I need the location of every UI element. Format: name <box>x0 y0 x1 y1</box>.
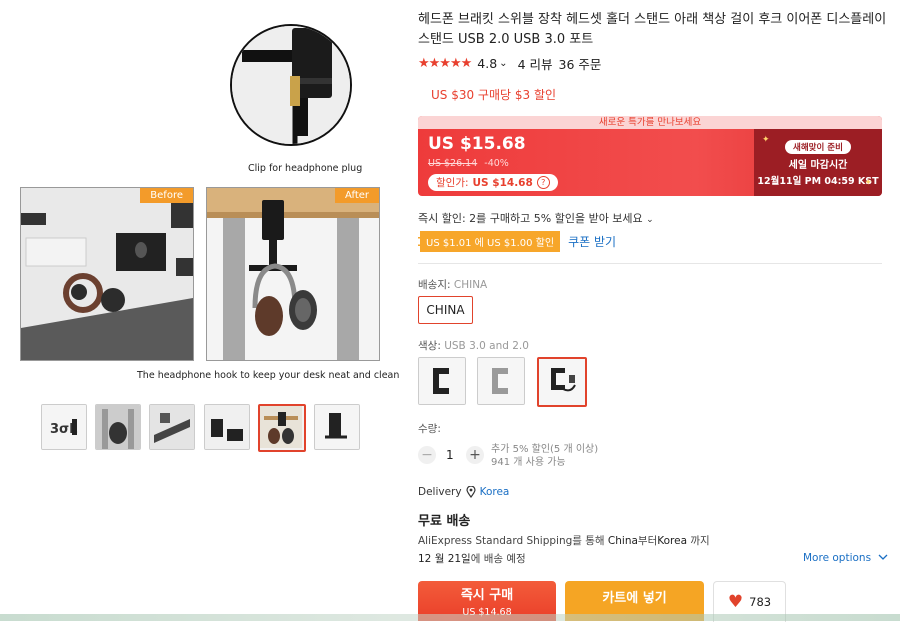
delivery-row: Delivery Korea <box>418 486 509 498</box>
before-photo: Before <box>20 187 194 361</box>
shipping-via: 를 통해 <box>572 535 608 547</box>
store-coupon-tag: US $1.01 에 US $1.00 할인 <box>418 231 561 252</box>
gallery-thumbnail-6[interactable] <box>314 404 360 450</box>
rating-value[interactable]: 4.8 <box>477 56 497 71</box>
divider <box>418 263 882 264</box>
wishlist-count: 783 <box>749 595 772 609</box>
shipping-method: AliExpress Standard Shipping를 통해 China부터… <box>418 533 710 548</box>
original-price: US $26.14 <box>428 158 478 169</box>
countdown-badge: 새해맞이 준비 <box>785 140 851 154</box>
deal-banner: 새로운 특가를 만나보세요 <box>418 116 882 129</box>
help-icon[interactable]: ? <box>536 176 550 189</box>
delivery-estimate: 12 월 21일에 배송 예정 <box>418 551 526 566</box>
heart-icon: ♥ <box>727 592 744 612</box>
quantity-info: 추가 5% 할인(5 개 이상) 941 개 사용 가능 <box>491 443 598 469</box>
coupon-price: US $14.68 <box>472 176 533 189</box>
color-label-row: 색상: USB 3.0 and 2.0 <box>418 338 529 353</box>
delivery-date: 12 월 21일 <box>418 553 471 565</box>
ship-from-value: CHINA <box>453 279 488 291</box>
discount-percent: -40% <box>484 158 509 169</box>
instant-discount[interactable]: 즉시 할인: 2를 구매하고 5% 할인을 받아 보세요 ⌄ <box>418 210 654 226</box>
rating-row: ★★★★★ 4.8 ⌄ 4 리뷰 36 주문 <box>418 54 601 73</box>
chevron-down-icon <box>878 554 888 560</box>
location-pin-icon <box>465 486 476 498</box>
sparkle-icon: ✦ <box>864 178 872 188</box>
get-coupon-link[interactable]: 쿠폰 받기 <box>568 233 616 250</box>
sale-countdown: ✦ ✦ 새해맞이 준비 세일 마감시간 12월11일 PM 04:59 KST <box>754 129 882 196</box>
window-bottom-edge <box>0 614 900 621</box>
color-option-usb[interactable] <box>537 357 587 407</box>
ship-from-label-row: 배송지: CHINA <box>418 277 487 292</box>
countdown-deadline: 12월11일 PM 04:59 KST <box>757 176 879 187</box>
gallery-thumbnail-4[interactable] <box>204 404 250 450</box>
delivery-country-link[interactable]: Korea <box>480 486 510 498</box>
before-tag: Before <box>140 188 193 203</box>
product-title: 헤드폰 브래킷 스위블 장착 헤드셋 홀더 스탠드 아래 책상 걸이 후크 이어… <box>418 12 887 47</box>
color-value: USB 3.0 and 2.0 <box>444 340 529 352</box>
shipping-service: AliExpress Standard Shipping <box>418 535 573 547</box>
color-label: 색상: <box>418 340 441 352</box>
main-caption: The headphone hook to keep your desk nea… <box>137 370 400 381</box>
delivery-date-suffix: 에 배송 예정 <box>470 553 526 565</box>
ship-from-label: 배송지: <box>418 279 451 291</box>
gallery-thumbnail-3[interactable] <box>149 404 195 450</box>
coupon-price-label: 할인가: <box>436 177 469 189</box>
store-promo: US $30 구매당 $3 할인 <box>431 88 557 102</box>
ship-to-country: Korea <box>657 535 688 547</box>
rating-dropdown-icon[interactable]: ⌄ <box>499 58 507 69</box>
color-option-black[interactable] <box>418 357 466 405</box>
quantity-value[interactable]: 1 <box>446 448 454 462</box>
delivery-label: Delivery <box>418 486 462 498</box>
more-options-label: More options <box>803 552 872 564</box>
ship-from-suffix: 부터 <box>637 535 658 547</box>
stock-available: 941 개 사용 가능 <box>491 457 566 468</box>
ship-from-country: China <box>607 535 638 547</box>
after-tag: After <box>334 188 379 203</box>
gallery-thumbnail-5[interactable] <box>258 404 306 452</box>
quantity-label: 수량: <box>418 423 441 435</box>
current-price: US $15.68 <box>428 134 526 154</box>
plug-clip-detail-image <box>230 24 352 146</box>
star-rating-icon: ★★★★★ <box>418 56 472 71</box>
countdown-title: 세일 마감시간 <box>788 160 848 171</box>
price-box: 새로운 특가를 만나보세요 US $15.68 US $26.14 -40% 할… <box>418 116 882 196</box>
buy-now-label: 즉시 구매 <box>460 588 514 603</box>
original-price-row: US $26.14 -40% <box>428 158 509 169</box>
quantity-decrease-button[interactable]: − <box>418 446 436 464</box>
bulk-discount-note: 추가 5% 할인(5 개 이상) <box>491 444 599 455</box>
after-photo: After <box>206 187 380 361</box>
sparkle-icon: ✦ <box>762 135 770 145</box>
quantity-increase-button[interactable]: + <box>466 446 484 464</box>
coupon-price-pill[interactable]: 할인가: US $14.68 ? <box>428 174 558 191</box>
more-options-link[interactable]: More options <box>803 552 888 564</box>
ship-from-option-china[interactable]: CHINA <box>418 296 473 324</box>
order-count: 36 주문 <box>558 57 602 72</box>
chevron-down-icon[interactable]: ⌄ <box>646 215 654 225</box>
review-count[interactable]: 4 리뷰 <box>518 54 553 73</box>
free-shipping-title: 무료 배송 <box>418 514 471 529</box>
detail-caption: Clip for headphone plug <box>248 163 363 174</box>
gallery-thumbnail-1[interactable]: 3σL <box>41 404 87 450</box>
instant-discount-text: 즉시 할인: 2를 구매하고 5% 할인을 받아 보세요 <box>418 212 643 225</box>
coupon-row: US $1.01 에 US $1.00 할인 쿠폰 받기 <box>418 231 616 252</box>
ship-to-suffix: 까지 <box>687 535 710 547</box>
gallery-thumbnail-2[interactable] <box>95 404 141 450</box>
color-option-grey[interactable] <box>477 357 525 405</box>
